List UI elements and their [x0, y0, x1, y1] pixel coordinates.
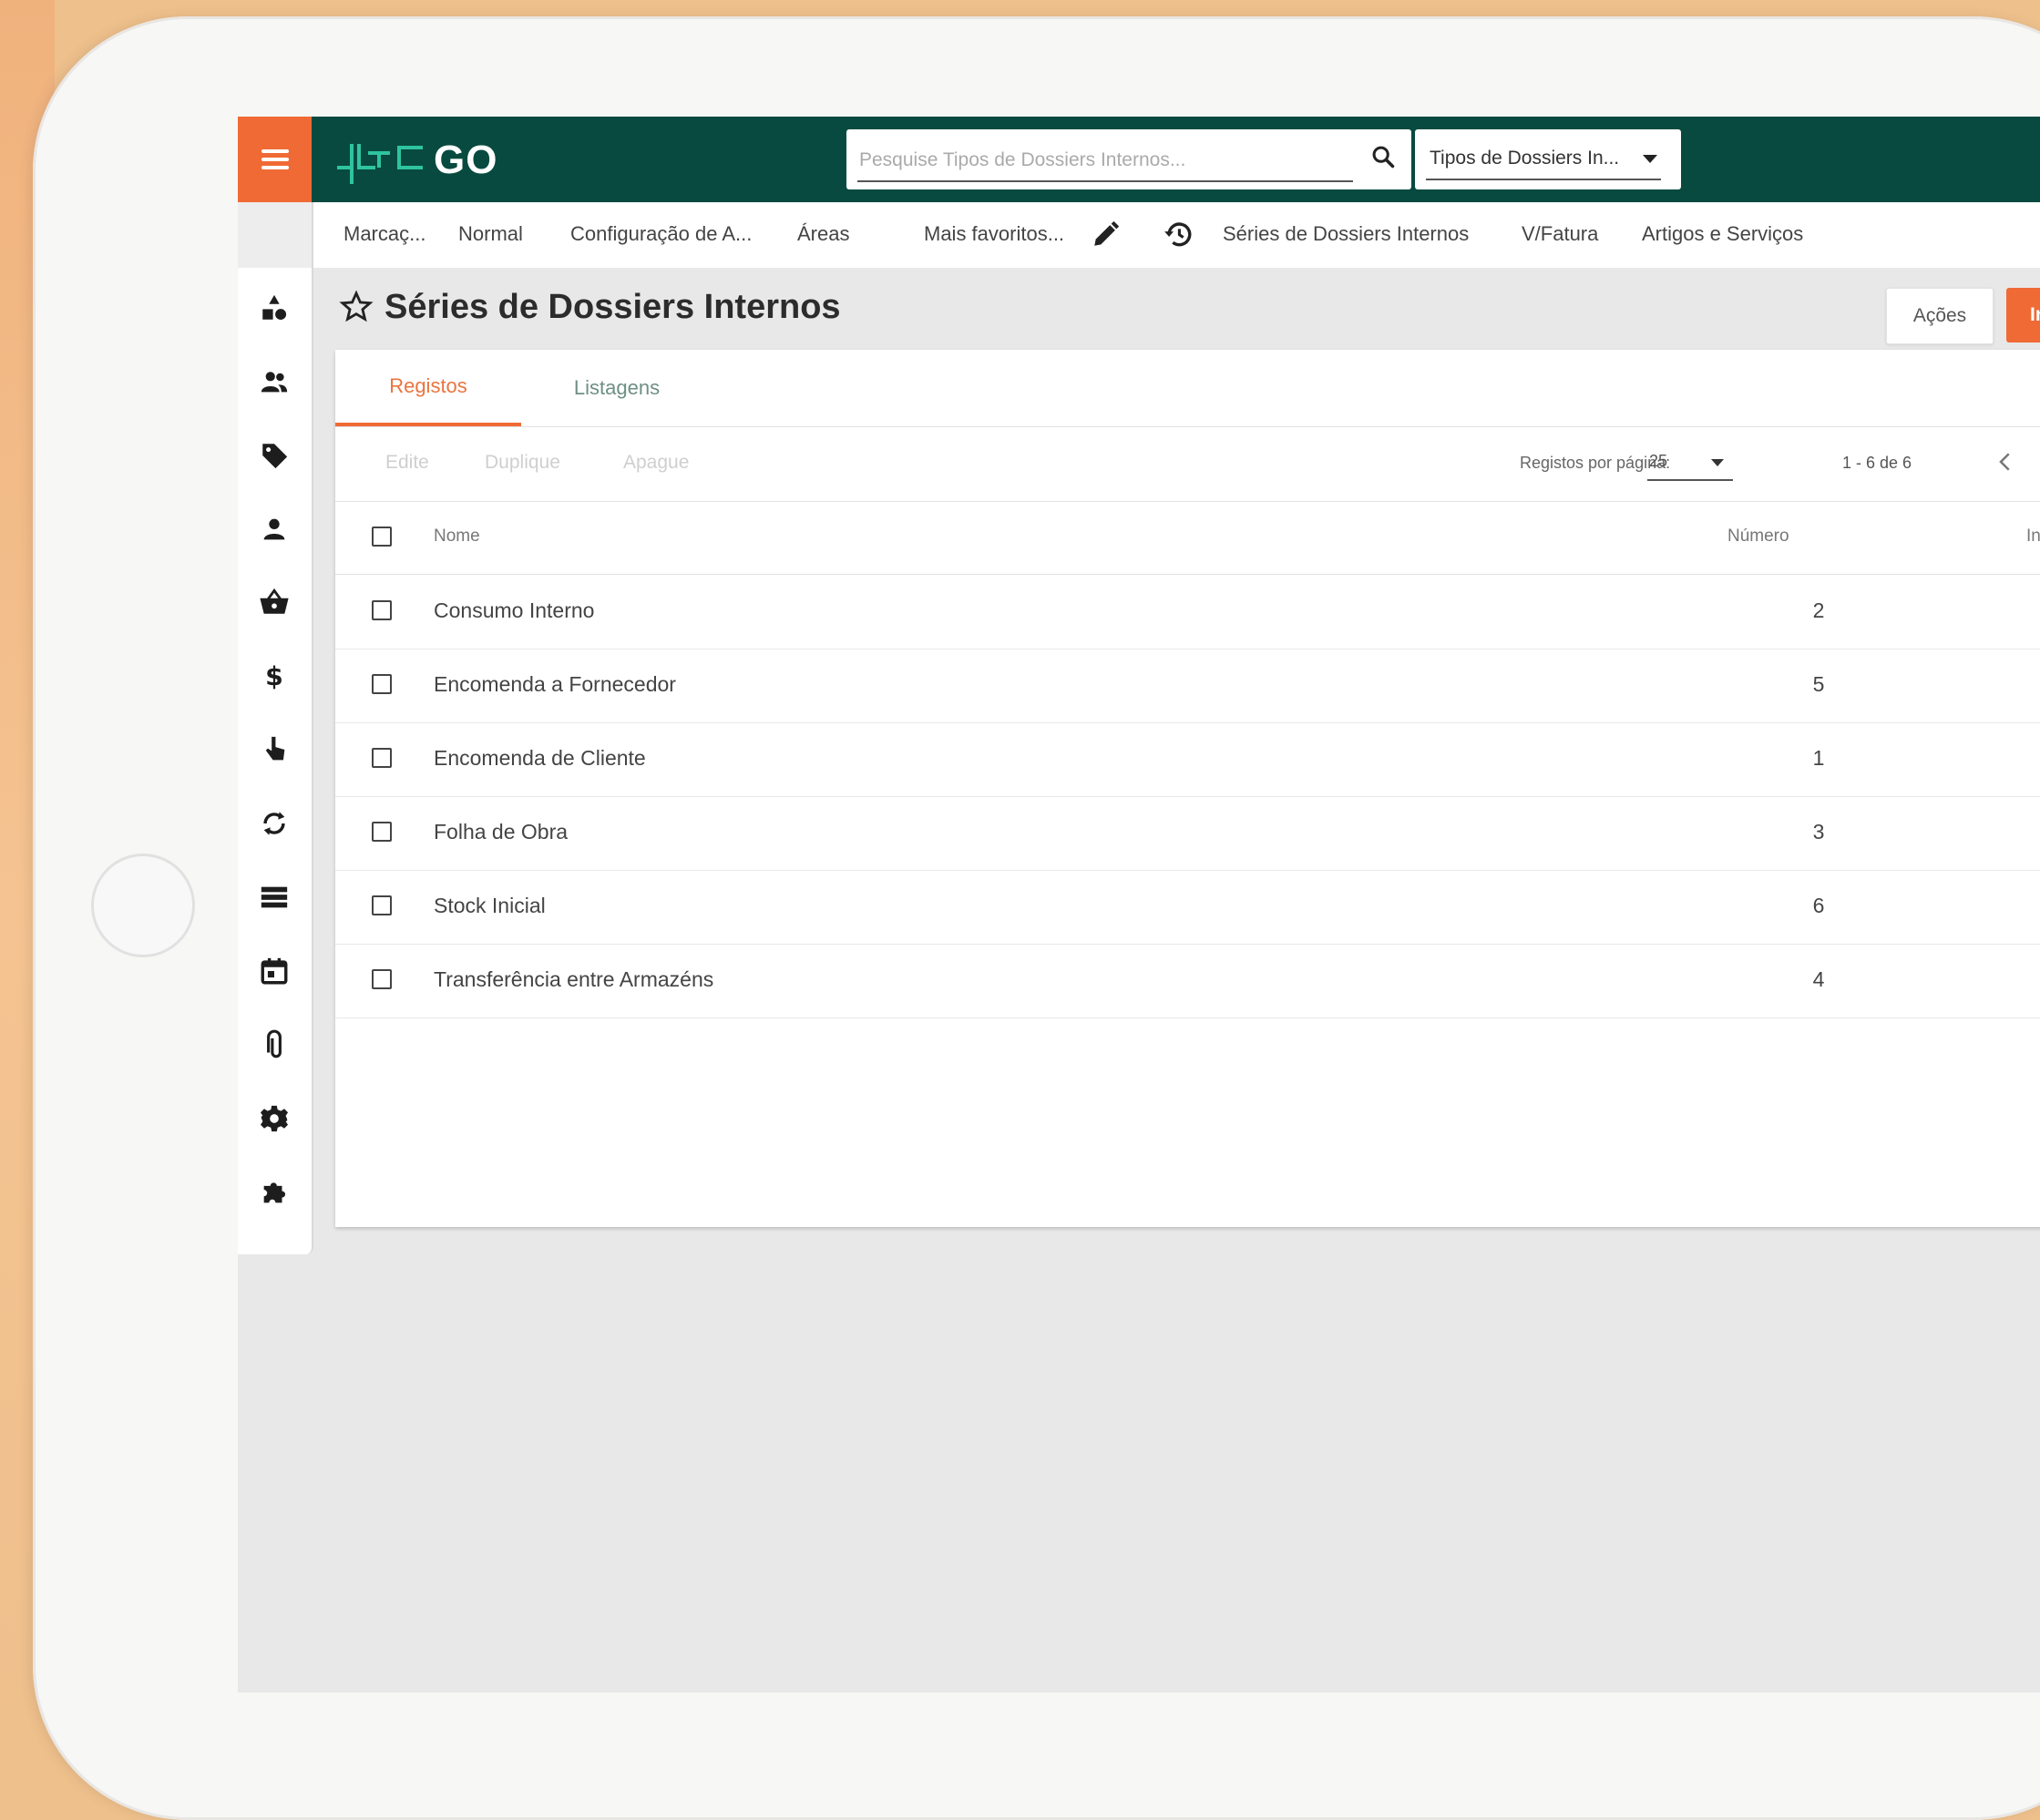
cell-numero: 1	[1812, 746, 1825, 770]
favorites-bar: Marcaç... Normal Configuração de A... Ár…	[312, 202, 2040, 268]
page-header: Séries de Dossiers Internos Ações Introd…	[312, 268, 2040, 350]
chevron-left-icon[interactable]	[1992, 448, 2019, 475]
search-input[interactable]	[857, 140, 1353, 182]
favorite-item[interactable]: Áreas	[797, 222, 849, 246]
table-row[interactable]: Encomenda a Fornecedor 5	[335, 649, 2040, 723]
puzzle-icon[interactable]	[258, 1176, 291, 1209]
cell-nome: Stock Inicial	[434, 894, 546, 917]
cell-numero: 4	[1812, 967, 1825, 991]
favorite-item[interactable]: Normal	[458, 222, 523, 246]
table-row[interactable]: Stock Inicial 6	[335, 870, 2040, 945]
recent-item[interactable]: Artigos e Serviços	[1642, 222, 1803, 246]
cell-nome: Encomenda a Fornecedor	[434, 672, 676, 696]
page-title: Séries de Dossiers Internos	[384, 288, 841, 326]
touch-icon[interactable]	[258, 733, 291, 766]
cell-nome: Folha de Obra	[434, 820, 569, 844]
cell-numero: 2	[1812, 598, 1825, 622]
sidebar: $	[238, 202, 313, 1254]
search-type-select[interactable]: Tipos de Dossiers In...	[1415, 129, 1681, 189]
column-header-nome[interactable]: Nome	[434, 527, 480, 547]
hamburger-icon	[261, 149, 289, 153]
delete-button[interactable]: Apague	[623, 452, 689, 474]
recent-item[interactable]: V/Fatura	[1522, 222, 1598, 246]
hamburger-line	[261, 158, 289, 161]
list-icon[interactable]	[258, 881, 291, 914]
cell-nome: Consumo Interno	[434, 598, 595, 622]
row-checkbox[interactable]	[372, 969, 392, 989]
column-header-numero[interactable]: Número	[1727, 527, 1789, 547]
row-checkbox[interactable]	[372, 674, 392, 694]
column-header-extra[interactable]: In	[2026, 527, 2040, 547]
app-screen: GO Tipos de Dossiers In... Marcaç... Nor…	[238, 117, 2040, 1692]
cell-numero: 5	[1812, 672, 1825, 696]
search-icon[interactable]	[1370, 144, 1396, 169]
sidebar-top	[238, 202, 312, 268]
search-type-value: Tipos de Dossiers In...	[1430, 148, 1620, 169]
star-favorite-icon[interactable]	[339, 290, 374, 324]
row-checkbox[interactable]	[372, 895, 392, 915]
shapes-icon[interactable]	[258, 291, 291, 324]
settings-icon[interactable]	[258, 1102, 291, 1135]
favorite-item[interactable]: Marcaç...	[343, 222, 425, 246]
dollar-icon[interactable]: $	[258, 659, 291, 692]
tab-listagens[interactable]: Listagens	[521, 350, 712, 426]
recent-item[interactable]: Séries de Dossiers Internos	[1223, 222, 1469, 246]
tag-icon[interactable]	[258, 439, 291, 472]
cell-numero: 6	[1812, 894, 1825, 917]
person-icon[interactable]	[258, 513, 291, 546]
hamburger-line	[261, 166, 289, 169]
introduce-button[interactable]: Introduzir	[2006, 288, 2040, 343]
sync-icon[interactable]	[258, 807, 291, 840]
per-page-value: 25	[1649, 452, 1668, 470]
row-checkbox[interactable]	[372, 822, 392, 842]
duplicate-button[interactable]: Duplique	[485, 452, 560, 474]
phc-go-logo[interactable]: GO	[335, 135, 497, 186]
people-icon[interactable]	[258, 365, 291, 398]
records-card: Registos Listagens Edite Duplique Apague…	[335, 350, 2040, 1227]
cell-numero: 3	[1812, 820, 1825, 844]
table-row[interactable]: Encomenda de Cliente 1	[335, 722, 2040, 797]
tab-registos[interactable]: Registos	[335, 350, 521, 426]
edit-pencil-icon[interactable]	[1091, 219, 1122, 250]
tablet-home-button	[91, 854, 195, 957]
per-page-select[interactable]: 25	[1647, 448, 1733, 481]
cell-nome: Transferência entre Armazéns	[434, 967, 714, 991]
svg-text:$: $	[265, 661, 283, 691]
row-checkbox[interactable]	[372, 748, 392, 768]
row-checkbox[interactable]	[372, 600, 392, 620]
basket-icon[interactable]	[258, 586, 291, 619]
tab-bar: Registos Listagens	[335, 350, 2040, 427]
table-header: Nome Número In	[335, 501, 2040, 575]
edit-button[interactable]: Edite	[385, 452, 429, 474]
actions-button[interactable]: Ações	[1886, 288, 1994, 344]
attachment-icon[interactable]	[258, 1028, 291, 1061]
history-icon[interactable]	[1163, 219, 1194, 250]
caret-down-icon	[1643, 155, 1657, 163]
search-box[interactable]	[846, 129, 1411, 189]
caret-down-icon	[1711, 459, 1724, 466]
records-toolbar: Edite Duplique Apague Registos por págin…	[335, 426, 2040, 502]
select-all-checkbox[interactable]	[372, 527, 392, 547]
select-underline	[1426, 179, 1661, 180]
phc-logo-icon	[337, 144, 423, 184]
favorite-item[interactable]: Configuração de A...	[570, 222, 752, 246]
table-row[interactable]: Transferência entre Armazéns 4	[335, 944, 2040, 1018]
top-bar: GO Tipos de Dossiers In...	[238, 117, 2040, 202]
table-row[interactable]: Folha de Obra 3	[335, 796, 2040, 871]
more-favorites[interactable]: Mais favoritos...	[924, 222, 1064, 246]
menu-button[interactable]	[238, 117, 312, 202]
logo-text: GO	[434, 138, 498, 182]
pagination-range: 1 - 6 de 6	[1842, 454, 1912, 472]
cell-nome: Encomenda de Cliente	[434, 746, 646, 770]
table-row[interactable]: Consumo Interno 2	[335, 575, 2040, 649]
calendar-icon[interactable]	[258, 955, 291, 987]
